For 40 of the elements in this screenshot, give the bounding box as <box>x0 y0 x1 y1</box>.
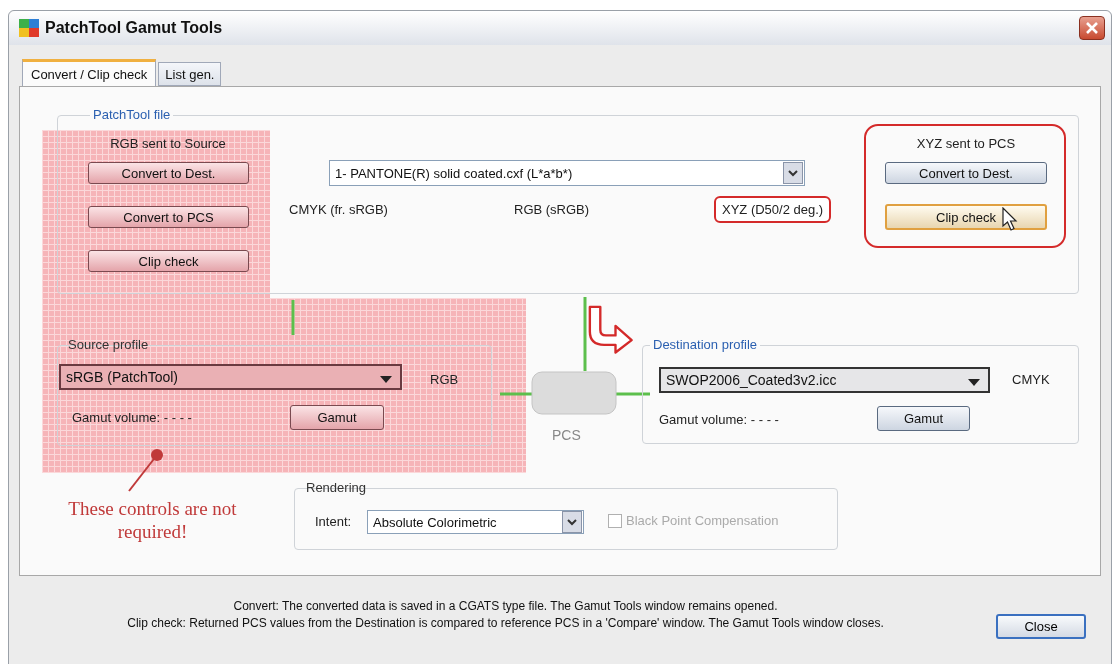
source-button[interactable]: Convert to Dest. <box>88 162 249 184</box>
source-button[interactable]: Convert to PCS <box>88 206 249 228</box>
gamut-volume-label: Gamut volume: - - - - <box>72 410 192 425</box>
pcs-label: PCS <box>552 427 581 443</box>
info-text: Convert: The converted data is saved in a CGATS type file. The Gamut Tools window remains opened. <box>233 599 778 613</box>
color-space-label: CMYK <box>1012 372 1050 387</box>
window-title: PatchTool Gamut Tools <box>45 19 224 37</box>
dropdown-icon <box>380 376 392 384</box>
annotation-text: These controls are not required! <box>67 497 238 543</box>
dropdown-icon <box>783 162 803 184</box>
source-button[interactable]: Clip check <box>88 250 249 272</box>
close-button[interactable]: Close <box>996 614 1086 639</box>
gamut-button[interactable]: Gamut <box>877 406 970 431</box>
app-icon <box>19 19 39 37</box>
mouse-pointer-icon <box>1002 207 1018 231</box>
gamut-volume-label: Gamut volume: - - - - <box>659 412 779 427</box>
group-legend: Rendering <box>303 480 369 495</box>
intent-label: Intent: <box>315 514 352 529</box>
profile-select[interactable]: sRGB (PatchTool) <box>59 364 402 390</box>
info-text: Clip check: Returned PCS values from the Destination is compared to reference PCS in a 'Compare' window. The Gamut Tools window closes. <box>127 616 884 630</box>
pcs-button[interactable]: Convert to Dest. <box>885 162 1047 184</box>
dropdown-icon <box>968 379 980 387</box>
group-legend: Destination profile <box>650 337 761 352</box>
color-space-label: RGB <box>430 372 459 387</box>
dropdown-icon <box>562 511 582 533</box>
group-legend: Source profile <box>65 337 152 352</box>
close-icon[interactable] <box>1079 16 1105 40</box>
tab[interactable]: List gen. <box>158 62 222 86</box>
group-legend: PatchTool file <box>90 107 174 122</box>
section-heading: XYZ sent to PCS <box>915 136 1017 151</box>
section-heading: RGB sent to Source <box>109 136 227 151</box>
pcs-button[interactable]: Clip check <box>885 204 1047 230</box>
color-space-label: CMYK (fr. sRGB) <box>289 202 388 217</box>
gamut-button[interactable]: Gamut <box>290 405 384 430</box>
color-space-label: XYZ (D50/2 deg.) <box>714 196 832 223</box>
tab[interactable]: Convert / Clip check <box>22 59 157 86</box>
file-select[interactable]: 1- PANTONE(R) solid coated.cxf (L*a*b*) <box>329 160 805 186</box>
color-space-label: RGB (sRGB) <box>514 202 590 217</box>
profile-select[interactable]: SWOP2006_Coated3v2.icc <box>659 367 990 393</box>
intent-select[interactable]: Absolute Colorimetric <box>367 510 584 534</box>
